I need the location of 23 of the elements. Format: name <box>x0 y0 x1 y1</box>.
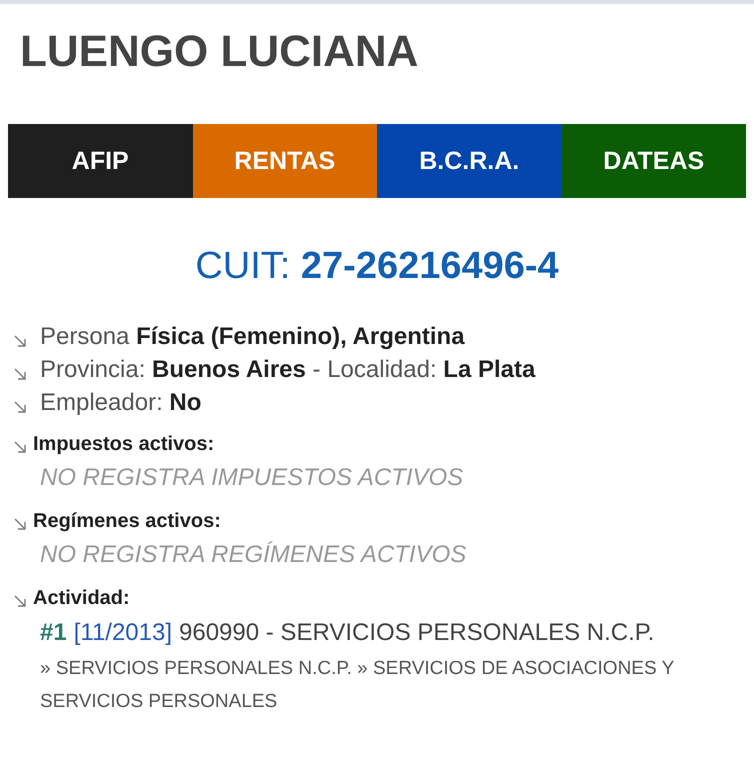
person-name: LUENGO LUCIANA <box>20 26 420 78</box>
section-heading: Actividad: <box>33 586 130 611</box>
activity-description: 960990 - SERVICIOS PERSONALES N.C.P. <box>179 618 654 648</box>
empty-notice: NO REGISTRA IMPUESTOS ACTIVOS <box>40 463 464 493</box>
corner-arrow-icon <box>14 368 26 380</box>
corner-arrow-icon <box>14 595 26 607</box>
corner-arrow-icon <box>14 518 26 530</box>
detail-text: Persona Física (Femenino), Argentina <box>40 322 465 352</box>
corner-arrow-icon <box>14 441 26 453</box>
detail-text: Empleador: No <box>40 388 202 418</box>
activity-category-path: » SERVICIOS PERSONALES N.C.P. » SERVICIOS DE ASOCIACIONES Y SERVICIOS PERSONALES <box>40 657 675 714</box>
corner-arrow-icon <box>14 334 26 346</box>
section-heading: Regímenes activos: <box>33 509 221 534</box>
empty-notice: NO REGISTRA REGÍMENES ACTIVOS <box>40 540 466 570</box>
corner-arrow-icon <box>14 400 26 412</box>
source-tab[interactable]: DATEAS <box>562 124 746 198</box>
activity-date: [11/2013] <box>74 618 172 648</box>
source-tab[interactable]: B.C.R.A. <box>377 124 562 198</box>
activity-number: #1 <box>40 618 67 648</box>
section-heading: Impuestos activos: <box>33 432 214 457</box>
cuit-number: CUIT: 27-26216496-4 <box>195 244 559 289</box>
source-tab[interactable]: AFIP <box>8 124 192 198</box>
detail-text: Provincia: Buenos Aires - Localidad: La Plata <box>40 355 536 385</box>
